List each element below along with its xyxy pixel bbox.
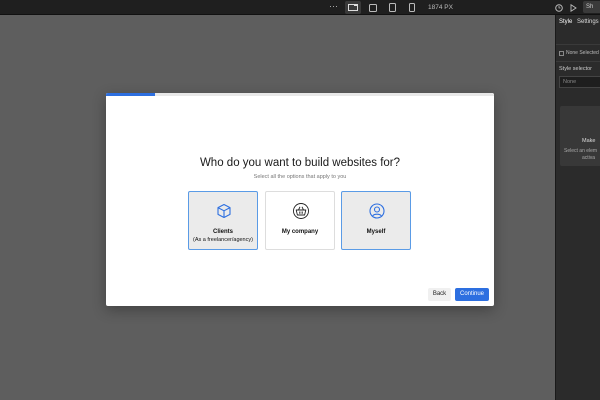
breakpoint-desktop-button[interactable] <box>345 1 361 14</box>
tab-settings[interactable]: Settings <box>577 19 599 25</box>
progress-bar-fill <box>106 93 155 96</box>
selection-status: None Selected <box>559 50 599 56</box>
history-icon <box>555 3 563 12</box>
back-button[interactable]: Back <box>428 288 451 301</box>
share-button[interactable]: Sh <box>583 1 600 13</box>
selection-box-icon <box>559 50 564 56</box>
play-icon <box>570 3 577 12</box>
mobile-icon <box>409 3 415 12</box>
share-button-label: Sh <box>586 4 594 10</box>
dialog-title: Who do you want to build websites for? <box>199 157 401 169</box>
option-label: Myself <box>366 229 386 235</box>
more-options-button[interactable]: ··· <box>329 0 338 15</box>
style-panel: Style Settings None Selected Style selec… <box>555 15 600 400</box>
empty-state-title: Make <box>582 138 596 144</box>
continue-button[interactable]: Continue <box>455 288 489 301</box>
style-selector-placeholder: None <box>563 79 577 85</box>
option-clients[interactable]: Clients (As a freelancer/agency) <box>188 191 258 250</box>
panel-divider <box>556 44 600 45</box>
tablet-landscape-icon <box>369 3 377 12</box>
breakpoint-tablet-button[interactable] <box>384 1 400 14</box>
style-selector-label: Style selector <box>559 66 593 72</box>
top-toolbar: ··· 1874 PX Sh <box>0 0 600 15</box>
cube-icon <box>217 203 231 219</box>
option-myself[interactable]: Myself <box>341 191 411 250</box>
dialog-subtitle: Select all the options that apply to you <box>253 174 347 180</box>
option-label: Clients <box>212 229 233 235</box>
tablet-icon <box>388 3 396 12</box>
none-selected-label: None Selected <box>566 50 599 56</box>
empty-state-hint-continued: activa <box>582 155 596 161</box>
breakpoint-tablet-landscape-button[interactable] <box>365 1 381 14</box>
canvas-width-readout: 1874 PX <box>428 4 453 11</box>
panel-divider <box>556 61 600 62</box>
empty-state-card: Make Select an elem activa <box>560 106 600 166</box>
preview-button[interactable] <box>565 1 581 14</box>
breakpoint-mobile-button[interactable] <box>404 1 420 14</box>
empty-state-hint: Select an elem <box>564 148 598 154</box>
basket-icon <box>293 203 309 219</box>
onboarding-dialog: Who do you want to build websites for? S… <box>106 93 494 306</box>
option-sublabel: (As a freelancer/agency) <box>193 237 253 243</box>
tab-style[interactable]: Style <box>559 19 572 25</box>
style-selector-input[interactable]: None <box>559 76 600 88</box>
option-label: My company <box>281 229 319 235</box>
progress-bar <box>106 93 494 96</box>
desktop-icon <box>348 3 358 11</box>
user-circle-icon <box>369 203 385 219</box>
option-my-company[interactable]: My company <box>265 191 335 250</box>
